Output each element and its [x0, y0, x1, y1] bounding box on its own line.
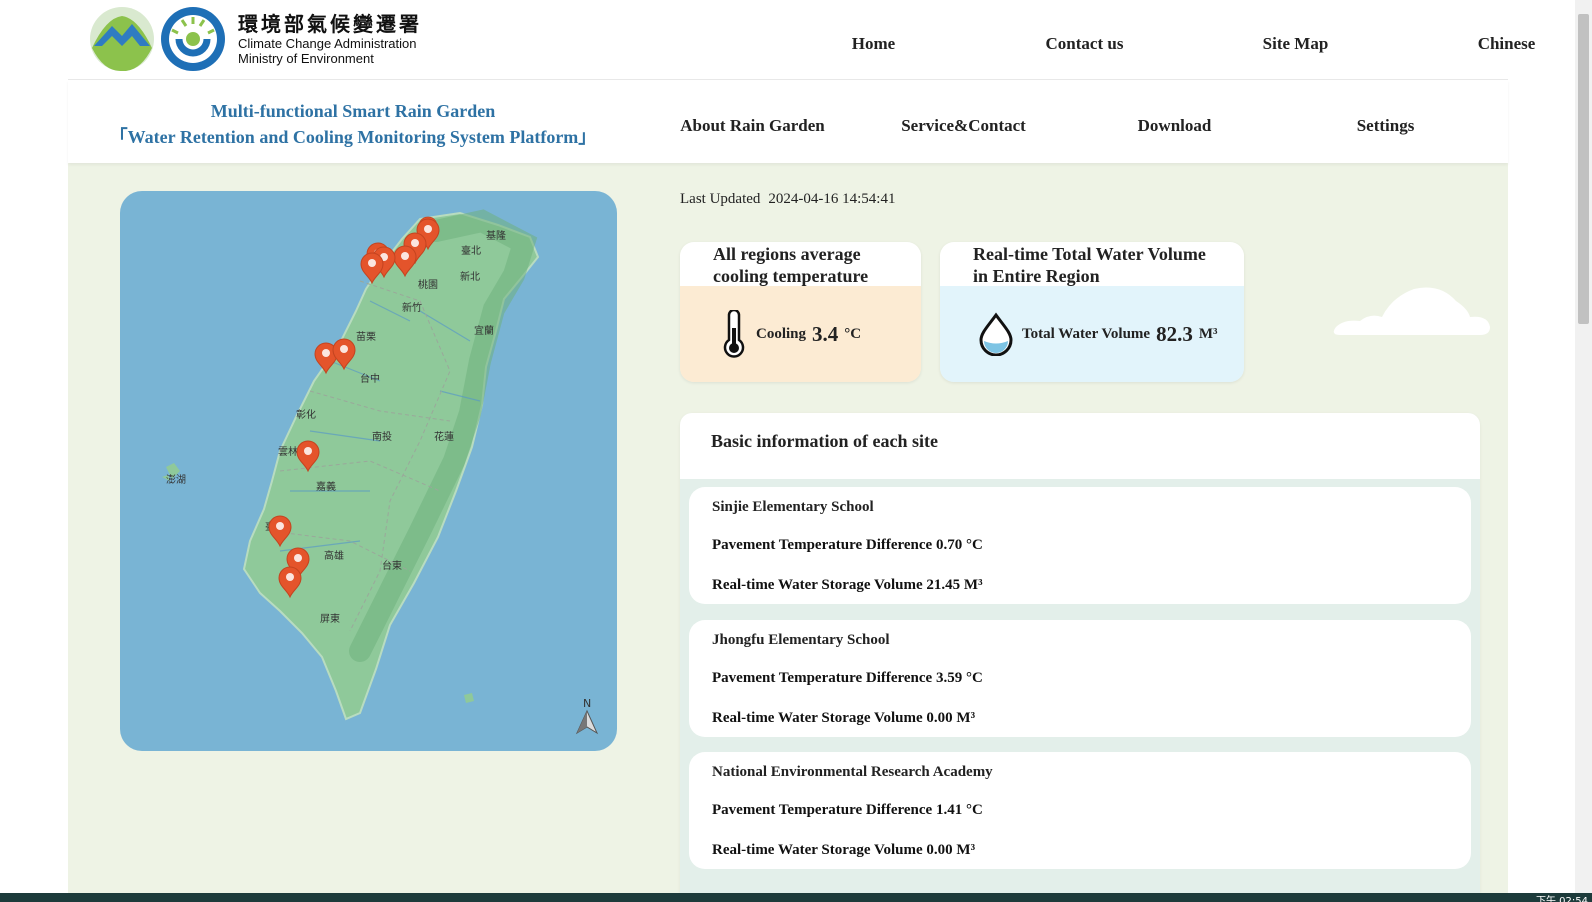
map-label-chiayi: 嘉義 — [316, 480, 336, 493]
platform-title-line1: Multi-functional Smart Rain Garden — [210, 101, 496, 121]
page-scrollbar[interactable] — [1575, 0, 1592, 893]
logo-name-zh: 環境部氣候變遷署 — [238, 12, 422, 36]
cooling-unit: °C — [844, 325, 862, 342]
nav-contact-us[interactable]: Contact us — [979, 34, 1190, 54]
site-name: Sinjie Elementary School — [712, 499, 874, 515]
water-volume-card: Real-time Total Water Volume in Entire R… — [940, 242, 1244, 382]
map-label-miaoli: 苗栗 — [356, 331, 376, 343]
water-unit: M³ — [1198, 325, 1218, 342]
water-drop-icon — [979, 312, 1013, 356]
site-temp-diff: Pavement Temperature Difference 3.59 °C — [712, 670, 983, 686]
north-arrow-icon: N — [575, 697, 599, 735]
north-label: N — [583, 697, 591, 710]
taiwan-map[interactable]: 基隆 臺北 新北 桃園 新竹 宜蘭 苗栗 台中 彰化 南投 花蓮 雲林 嘉義 澎… — [120, 191, 617, 751]
cooling-card: All regions average cooling temperature … — [680, 242, 921, 382]
platform-title-line2: 「Water Retention and Cooling Monitoring … — [109, 127, 597, 147]
last-updated-label: Last Updated — [680, 191, 761, 207]
site-name: Jhongfu Elementary School — [712, 632, 890, 648]
water-label: Total Water Volume — [1022, 325, 1151, 342]
water-value: 82.3 — [1156, 321, 1193, 346]
cloud-icon — [1333, 287, 1490, 335]
nav-settings[interactable]: Settings — [1280, 116, 1491, 136]
water-title-line1: Real-time Total Water Volume — [973, 244, 1206, 264]
map-label-new-taipei: 新北 — [460, 270, 480, 283]
nav-about-rain-garden[interactable]: About Rain Garden — [647, 116, 858, 136]
map-label-taichung: 台中 — [360, 372, 380, 385]
os-taskbar: 下午 02:54 — [0, 893, 1592, 902]
nav-download[interactable]: Download — [1069, 116, 1280, 136]
cooling-value: 3.4 — [812, 321, 839, 346]
main-content: 基隆 臺北 新北 桃園 新竹 宜蘭 苗栗 台中 彰化 南投 花蓮 雲林 嘉義 澎… — [68, 163, 1508, 893]
logo-name-en: Climate Change Administration — [238, 36, 417, 51]
logo-ministry-en: Ministry of Environment — [238, 51, 374, 66]
logo-emblem-icon — [90, 7, 225, 72]
nav-chinese[interactable]: Chinese — [1401, 34, 1592, 54]
nav-home[interactable]: Home — [768, 34, 979, 54]
site-water-volume: Real-time Water Storage Volume 0.00 M³ — [712, 842, 976, 858]
map-label-taoyuan: 桃園 — [418, 278, 438, 291]
map-label-hsinchu: 新竹 — [402, 301, 422, 314]
sites-panel: Basic information of each site Sinjie El… — [680, 413, 1480, 893]
map-label-yunlin: 雲林 — [278, 445, 298, 458]
water-title-line2: in Entire Region — [973, 266, 1100, 286]
map-label-nantou: 南投 — [372, 430, 392, 443]
map-label-pingtung: 屏東 — [320, 612, 340, 625]
taskbar-clock: 下午 02:54 — [1536, 896, 1588, 902]
site-water-volume: Real-time Water Storage Volume 21.45 M³ — [712, 577, 983, 593]
thermometer-icon — [723, 310, 745, 358]
sub-nav: About Rain Garden Service&Contact Downlo… — [647, 116, 1491, 136]
water-card-title: Real-time Total Water Volume in Entire R… — [940, 242, 1244, 286]
site-card[interactable]: Sinjie Elementary School Pavement Temper… — [689, 487, 1471, 604]
map-label-changhua: 彰化 — [296, 408, 316, 421]
last-updated: Last Updated 2024-04-16 14:54:41 — [680, 191, 895, 208]
map-label-kaohsiung: 高雄 — [324, 549, 344, 562]
nav-service-contact[interactable]: Service&Contact — [858, 116, 1069, 136]
top-nav: Home Contact us Site Map Chinese — [768, 34, 1592, 54]
cooling-title-line1: All regions average — [713, 244, 861, 264]
site-temp-diff: Pavement Temperature Difference 0.70 °C — [712, 537, 983, 553]
nav-site-map[interactable]: Site Map — [1190, 34, 1401, 54]
map-label-yilan: 宜蘭 — [474, 324, 494, 337]
map-label-hualien: 花蓮 — [434, 430, 454, 443]
map-label-taitung: 台東 — [382, 559, 402, 572]
scrollbar-thumb[interactable] — [1578, 14, 1589, 324]
top-header: 環境部氣候變遷署 Climate Change Administration M… — [68, 0, 1535, 80]
site-logo[interactable]: 環境部氣候變遷署 Climate Change Administration M… — [90, 6, 422, 72]
site-water-volume: Real-time Water Storage Volume 0.00 M³ — [712, 710, 976, 726]
sub-header: Multi-functional Smart Rain Garden 「Wate… — [68, 80, 1508, 163]
map-label-penghu: 澎湖 — [166, 474, 186, 486]
site-temp-diff: Pavement Temperature Difference 1.41 °C — [712, 802, 983, 818]
site-card[interactable]: National Environmental Research Academy … — [689, 752, 1471, 869]
map-label-taipei: 臺北 — [461, 244, 481, 257]
last-updated-value: 2024-04-16 14:54:41 — [768, 191, 896, 207]
cooling-label: Cooling — [756, 325, 807, 342]
platform-title[interactable]: Multi-functional Smart Rain Garden 「Wate… — [98, 98, 608, 150]
cooling-title-line2: cooling temperature — [713, 266, 869, 286]
sites-title: Basic information of each site — [680, 413, 1480, 479]
map-label-keelung: 基隆 — [486, 229, 506, 242]
cooling-card-title: All regions average cooling temperature — [680, 242, 921, 286]
site-name: National Environmental Research Academy — [712, 764, 993, 780]
site-card[interactable]: Jhongfu Elementary School Pavement Tempe… — [689, 620, 1471, 737]
